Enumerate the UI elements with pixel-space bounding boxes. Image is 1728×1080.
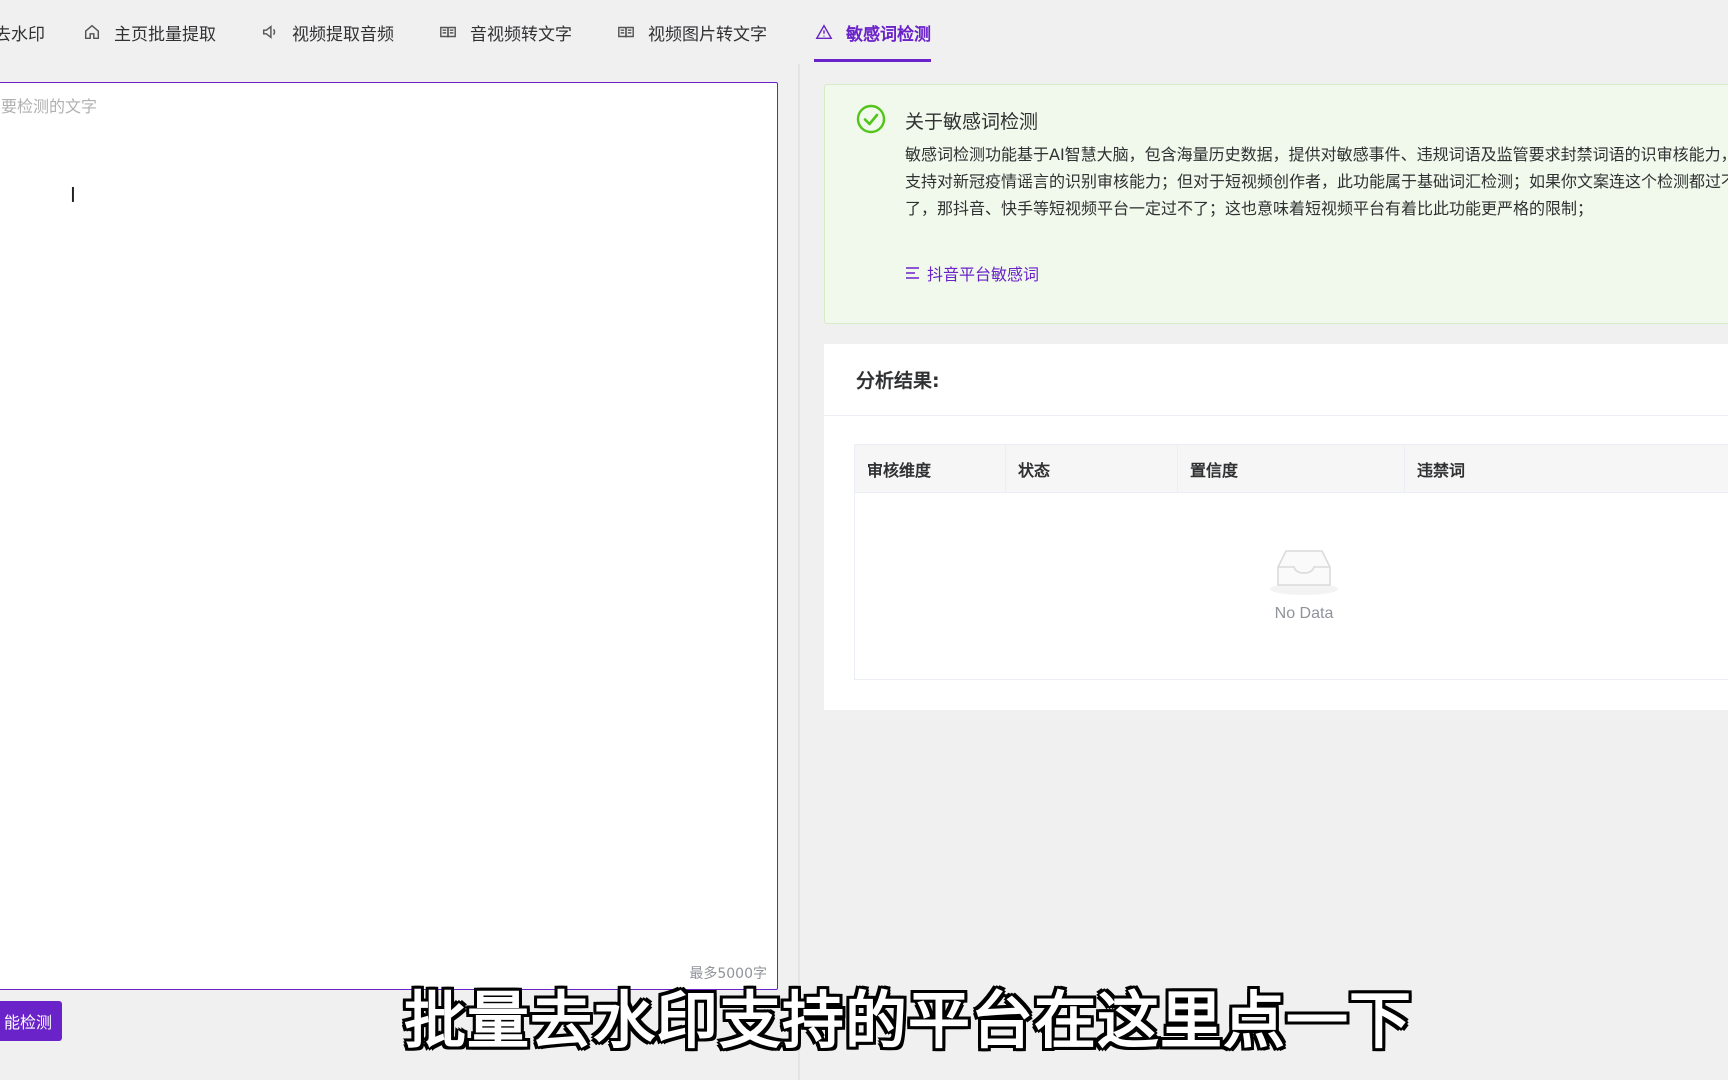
column-header: 置信度 <box>1178 445 1405 493</box>
text-cursor-icon: Ι <box>70 183 76 207</box>
column-header: 状态 <box>1006 445 1178 493</box>
tab-label: 视频图片转文字 <box>648 24 767 45</box>
tab-remove-watermark[interactable]: 去水印 <box>0 0 45 64</box>
detect-button[interactable]: 能检测 <box>0 1001 62 1041</box>
tab-label: 去水印 <box>0 24 45 45</box>
detect-text-input[interactable] <box>0 83 777 989</box>
speaker-icon <box>260 22 280 42</box>
result-table: 审核维度 状态 置信度 违禁词 No Data <box>854 444 1728 680</box>
list-icon <box>906 267 919 279</box>
tab-label: 主页批量提取 <box>114 24 216 45</box>
warning-icon <box>814 22 834 42</box>
tab-audio-video-to-text[interactable]: 音视频转文字 <box>438 0 572 64</box>
top-tabs: 去水印 主页批量提取 视频提取音频 音视频转文字 视频图片转文字 敏感词检测 <box>0 0 1728 64</box>
book-icon <box>438 22 458 42</box>
tab-video-extract-audio[interactable]: 视频提取音频 <box>260 0 394 64</box>
home-icon <box>82 22 102 42</box>
douyin-sensitive-words-link[interactable]: 抖音平台敏感词 <box>905 261 1039 285</box>
empty-state: No Data <box>855 541 1728 623</box>
tab-label: 敏感词检测 <box>846 24 931 45</box>
empty-inbox-icon <box>1270 550 1338 595</box>
tab-label: 音视频转文字 <box>470 24 572 45</box>
column-header: 审核维度 <box>855 445 1006 493</box>
check-circle-icon <box>855 103 887 135</box>
tab-homepage-batch-extract[interactable]: 主页批量提取 <box>82 0 216 64</box>
column-header: 违禁词 <box>1417 461 1466 480</box>
tab-label: 视频提取音频 <box>292 24 394 45</box>
empty-text: No Data <box>1274 605 1334 622</box>
video-subtitle: 批量去水印支持的平台在这里点一下 <box>404 984 1413 1057</box>
alert-title: 关于敏感词检测 <box>905 111 1039 133</box>
analysis-result-card: 分析结果: 审核维度 状态 置信度 违禁词 No Data <box>824 344 1728 710</box>
link-label: 抖音平台敏感词 <box>927 265 1040 284</box>
book-icon <box>616 22 636 42</box>
tab-sensitive-word-detection[interactable]: 敏感词检测 <box>814 0 931 64</box>
alert-description: 敏感词检测功能基于AI智慧大脑，包含海量历史数据，提供对敏感事件、违规词语及监管… <box>905 145 1728 218</box>
table-header: 审核维度 状态 置信度 违禁词 <box>855 445 1728 493</box>
text-editor-panel: Ι 最多5000字 <box>0 82 778 990</box>
info-alert: 关于敏感词检测 敏感词检测功能基于AI智慧大脑，包含海量历史数据，提供对敏感事件… <box>824 84 1728 324</box>
panel-divider <box>798 64 800 1080</box>
result-title: 分析结果: <box>824 344 1728 416</box>
tab-video-image-to-text[interactable]: 视频图片转文字 <box>616 0 767 64</box>
